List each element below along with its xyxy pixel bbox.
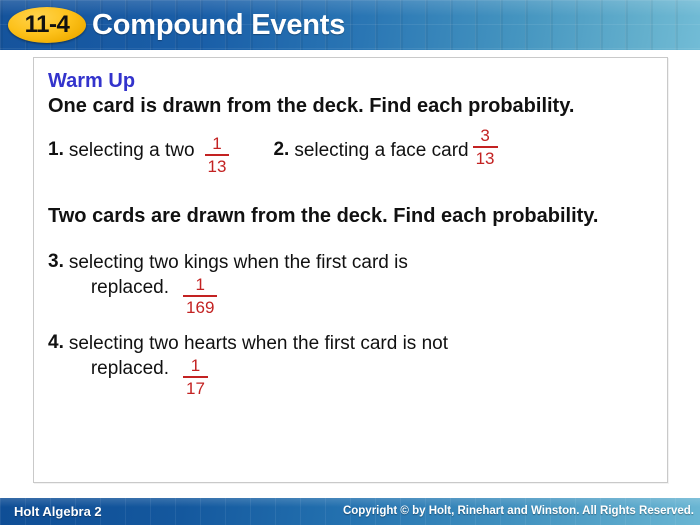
question-2-text: selecting a face card (294, 140, 469, 161)
question-3-body: selecting two kings when the first card … (69, 250, 408, 317)
lesson-number-label: 11-4 (24, 11, 70, 38)
question-4-body: selecting two hearts when the first card… (69, 331, 448, 398)
question-3-text-line2: replaced. (90, 277, 170, 298)
question-1-number: 1. (48, 139, 64, 160)
question-1-numerator: 1 (212, 134, 222, 153)
question-3-text-line1: selecting two kings when the first card … (68, 252, 408, 273)
question-3-number: 3. (48, 251, 64, 272)
question-4-denominator: 17 (186, 379, 205, 398)
fraction-bar (183, 376, 208, 378)
fraction-bar (472, 146, 498, 148)
question-3-line2: replaced. 1 169 (69, 275, 408, 317)
question-4-answer-fraction: 1 17 (183, 356, 208, 398)
prompt-one-card: One card is drawn from the deck. Find ea… (48, 95, 575, 117)
question-4-numerator: 1 (190, 356, 201, 375)
lesson-number-badge: 11-4 (8, 7, 86, 43)
question-row-4: 4. selecting two hearts when the first c… (48, 331, 653, 398)
question-1: 1. selecting a two 1 13 (48, 134, 231, 176)
question-1-text: selecting a two (68, 140, 195, 161)
content-inner: Warm Up One card is drawn from the deck.… (34, 58, 667, 482)
footer-copyright: Copyright © by Holt, Rinehart and Winsto… (342, 505, 694, 517)
question-4-text-line2: replaced. (90, 358, 170, 379)
question-2-answer-fraction: 3 13 (472, 126, 498, 168)
question-1-denominator: 13 (207, 157, 227, 176)
question-3-numerator: 1 (195, 275, 205, 294)
prompt-two-cards: Two cards are drawn from the deck. Find … (48, 205, 599, 227)
fraction-bar (204, 154, 230, 156)
slide-header: 11-4 Compound Events (0, 0, 700, 50)
question-3-answer-fraction: 1 169 (183, 275, 218, 317)
slide-title: Compound Events (92, 9, 346, 41)
question-2-number: 2. (273, 139, 290, 160)
question-row-3: 3. selecting two kings when the first ca… (48, 250, 653, 317)
question-3-denominator: 169 (186, 298, 215, 317)
question-4-line2: replaced. 1 17 (69, 356, 448, 398)
warmup-heading: Warm Up (48, 70, 136, 92)
question-4-text-line1: selecting two hearts when the first card… (68, 333, 448, 354)
question-1-answer-fraction: 1 13 (204, 134, 230, 176)
question-row-1-2: 1. selecting a two 1 13 2. selecting a f… (48, 126, 653, 176)
warmup-content-box: Warm Up One card is drawn from the deck.… (33, 57, 668, 483)
question-2: 2. selecting a face card 3 13 (273, 126, 499, 168)
question-2-denominator: 13 (475, 149, 495, 168)
fraction-bar (183, 295, 218, 297)
question-2-numerator: 3 (480, 126, 490, 145)
slide-footer: Holt Algebra 2 Copyright © by Holt, Rine… (0, 498, 700, 525)
question-4-number: 4. (48, 332, 64, 353)
footer-book-title: Holt Algebra 2 (14, 504, 102, 519)
